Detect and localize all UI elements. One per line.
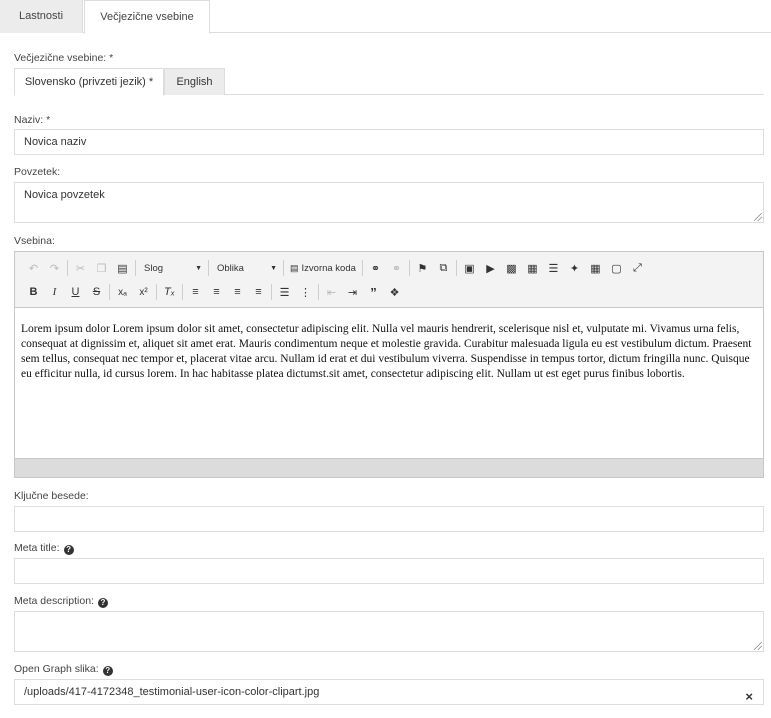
toolbar-separator xyxy=(135,260,136,276)
toolbar-separator xyxy=(109,284,110,300)
source-icon: ▤ xyxy=(290,262,299,273)
iframe-icon[interactable]: ▩ xyxy=(501,258,522,278)
align-right-icon[interactable]: ≡ xyxy=(227,282,248,302)
tab-vecjezicne-vsebine[interactable]: Večjezične vsebine xyxy=(84,0,210,34)
povzetek-value: Novica povzetek xyxy=(24,189,105,201)
superscript-icon[interactable]: x² xyxy=(133,282,154,302)
language-tab-bar: Slovensko (privzeti jezik) * English xyxy=(14,68,764,96)
tab-lastnosti[interactable]: Lastnosti xyxy=(0,0,83,33)
toolbar-row-2: B I U S xₐ x² Tₓ ≡ ≡ ≡ ≡ ☰ ⋮ ⇤ ⇥ ” ❖ xyxy=(23,281,405,303)
editor-content[interactable]: Lorem ipsum dolor Lorem ipsum dolor sit … xyxy=(15,309,763,459)
multilang-label: Večjezične vsebine: * xyxy=(14,52,114,64)
bulleted-list-icon[interactable]: ⋮ xyxy=(295,282,316,302)
close-icon[interactable]: × xyxy=(745,685,753,709)
preview-icon[interactable]: ▢ xyxy=(606,258,627,278)
align-left-icon[interactable]: ≡ xyxy=(185,282,206,302)
bold-icon[interactable]: B xyxy=(23,282,44,302)
povzetek-textarea[interactable]: Novica povzetek xyxy=(14,182,764,223)
style-combo-label: Slog xyxy=(144,262,164,274)
meta-title-input[interactable] xyxy=(14,558,764,584)
unlink-icon[interactable]: ⚭ xyxy=(386,258,407,278)
kljucne-besede-label: Ključne besede: xyxy=(14,490,89,502)
toolbar-separator xyxy=(283,260,284,276)
toolbar-separator xyxy=(182,284,183,300)
meta-description-label: Meta description: xyxy=(14,595,94,607)
indent-icon[interactable]: ⇥ xyxy=(342,282,363,302)
tab-lang-english[interactable]: English xyxy=(164,68,225,95)
meta-title-label: Meta title: xyxy=(14,542,60,554)
source-button[interactable]: ▤ Izvorna koda xyxy=(286,263,360,274)
link-icon[interactable]: ⚭ xyxy=(365,258,386,278)
chevron-down-icon: ▼ xyxy=(270,264,277,272)
image-icon[interactable]: ▣ xyxy=(459,258,480,278)
plugin-icon[interactable]: ✦ xyxy=(564,258,585,278)
meta-description-textarea[interactable] xyxy=(14,611,764,652)
toolbar-separator xyxy=(361,260,363,276)
grid-icon[interactable]: ▦ xyxy=(585,258,606,278)
outdent-icon[interactable]: ⇤ xyxy=(321,282,342,302)
top-tab-bar: Lastnosti Večjezične vsebine xyxy=(0,0,771,34)
toolbar-separator xyxy=(271,284,272,300)
help-icon[interactable]: ? xyxy=(102,666,113,676)
align-justify-icon[interactable]: ≡ xyxy=(248,282,269,302)
anchor-flag-icon[interactable]: ⚑ xyxy=(412,258,433,278)
italic-icon[interactable]: I xyxy=(44,282,65,302)
cut-icon[interactable]: ✂ xyxy=(70,258,91,278)
chevron-down-icon: ▼ xyxy=(195,264,202,272)
rich-text-editor: ↶ ↷ ✂ ❐ ▤ Slog ▼ Oblika ▼ ▤ Izvorna koda… xyxy=(14,251,764,478)
redo-icon[interactable]: ↷ xyxy=(44,258,65,278)
naziv-label: Naziv: * xyxy=(14,114,51,126)
numbered-list-icon[interactable]: ☰ xyxy=(274,282,295,302)
toolbar-separator xyxy=(318,284,319,300)
meta-title-label-row: Meta title:? xyxy=(14,542,74,555)
horizontal-rule-icon[interactable]: ☰ xyxy=(543,258,564,278)
og-image-value: /uploads/417-4172348_testimonial-user-ic… xyxy=(24,686,320,698)
toolbar-separator xyxy=(156,284,157,300)
strikethrough-icon[interactable]: S xyxy=(86,282,107,302)
toolbar-separator xyxy=(67,260,68,276)
blockquote-icon[interactable]: ” xyxy=(363,282,384,302)
help-icon[interactable]: ? xyxy=(63,545,74,555)
copy-icon[interactable]: ❐ xyxy=(91,258,112,278)
resize-handle[interactable] xyxy=(754,213,762,221)
align-center-icon[interactable]: ≡ xyxy=(206,282,227,302)
tab-lang-slovensko[interactable]: Slovensko (privzeti jezik) * xyxy=(14,68,164,96)
editor-toolbar: ↶ ↷ ✂ ❐ ▤ Slog ▼ Oblika ▼ ▤ Izvorna koda… xyxy=(15,252,763,308)
subscript-icon[interactable]: xₐ xyxy=(112,282,133,302)
povzetek-label: Povzetek: xyxy=(14,166,61,178)
remove-format-icon[interactable]: Tₓ xyxy=(159,282,180,302)
meta-description-label-row: Meta description:? xyxy=(14,595,108,608)
og-image-input[interactable]: /uploads/417-4172348_testimonial-user-ic… xyxy=(14,679,764,705)
kljucne-besede-input[interactable] xyxy=(14,506,764,532)
toolbar-separator xyxy=(408,260,410,276)
source-button-label: Izvorna koda xyxy=(301,262,356,274)
maximize-icon[interactable]: ⤢ xyxy=(627,258,648,278)
vsebina-label: Vsebina: xyxy=(14,235,55,247)
format-combo-label: Oblika xyxy=(217,262,244,274)
toolbar-separator xyxy=(455,260,457,276)
underline-icon[interactable]: U xyxy=(65,282,86,302)
table-icon[interactable]: ▦ xyxy=(522,258,543,278)
video-icon[interactable]: ▶ xyxy=(480,258,501,278)
editor-statusbar xyxy=(15,458,763,477)
format-combo[interactable]: Oblika ▼ xyxy=(211,259,281,277)
toolbar-row-1: ↶ ↷ ✂ ❐ ▤ Slog ▼ Oblika ▼ ▤ Izvorna koda… xyxy=(23,257,648,279)
undo-icon[interactable]: ↶ xyxy=(23,258,44,278)
language-icon[interactable]: ❖ xyxy=(384,282,405,302)
og-image-label: Open Graph slika: xyxy=(14,663,99,675)
naziv-input[interactable]: Novica naziv xyxy=(14,129,764,155)
external-link-icon[interactable]: ⧉ xyxy=(433,258,454,278)
resize-handle[interactable] xyxy=(754,642,762,650)
og-image-label-row: Open Graph slika:? xyxy=(14,663,113,676)
help-icon[interactable]: ? xyxy=(97,598,108,608)
toolbar-separator xyxy=(208,260,209,276)
paste-icon[interactable]: ▤ xyxy=(112,258,133,278)
style-combo[interactable]: Slog ▼ xyxy=(138,259,206,277)
